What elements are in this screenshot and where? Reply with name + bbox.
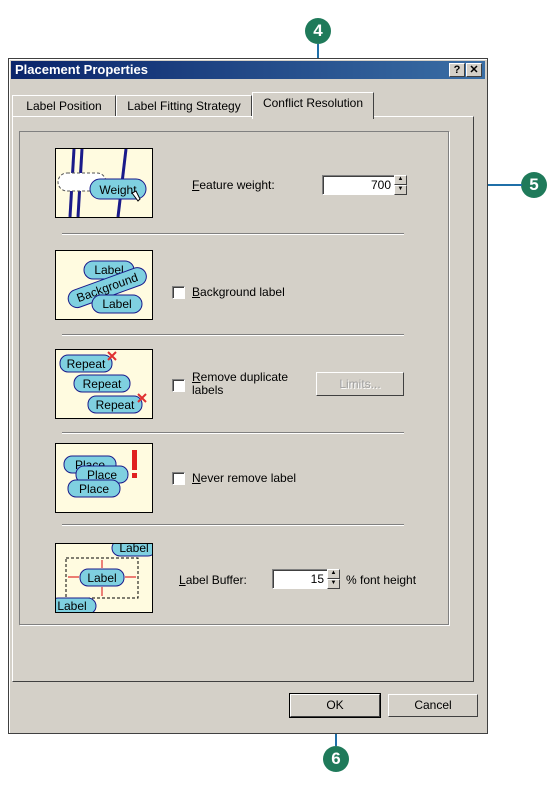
- background-label-label: Background label: [192, 285, 285, 299]
- svg-text:Repeat: Repeat: [96, 398, 135, 412]
- limits-button[interactable]: Limits...: [316, 372, 404, 396]
- background-label-thumbnail: Label Background Label: [55, 250, 153, 320]
- label-buffer-illustration: Label Label Label: [56, 544, 152, 612]
- help-button[interactable]: ?: [449, 63, 465, 77]
- svg-text:Label: Label: [57, 599, 86, 612]
- callout-4: 4: [305, 18, 331, 44]
- never-remove-illustration: Place Place Place: [63, 450, 137, 498]
- remove-duplicate-label: Remove duplicate labels: [192, 370, 289, 397]
- feature-weight-illustration: Weight: [57, 149, 147, 217]
- spin-up-icon[interactable]: ▲: [327, 569, 340, 579]
- feature-weight-spinner[interactable]: ▲ ▼: [394, 175, 407, 195]
- close-button[interactable]: ✕: [466, 63, 482, 77]
- background-label-illustration: Label Background Label: [67, 260, 147, 314]
- background-label-checkbox[interactable]: [172, 286, 185, 299]
- cancel-button[interactable]: Cancel: [388, 694, 478, 717]
- svg-text:Repeat: Repeat: [83, 377, 122, 391]
- label-buffer-thumbnail: Label Label Label: [55, 543, 153, 613]
- svg-text:Label: Label: [119, 544, 148, 555]
- separator: [62, 432, 404, 434]
- label-buffer-units: % font height: [346, 573, 417, 587]
- separator: [62, 524, 404, 526]
- spin-down-icon[interactable]: ▼: [327, 579, 340, 589]
- ok-button[interactable]: OK: [289, 693, 381, 718]
- title-bar: Placement Properties ? ✕: [11, 61, 485, 79]
- label-buffer-label: Label Buffer:: [179, 573, 247, 587]
- svg-text:Label: Label: [102, 297, 131, 311]
- svg-text:Repeat: Repeat: [67, 357, 106, 371]
- spin-down-icon[interactable]: ▼: [394, 185, 407, 195]
- never-remove-thumbnail: Place Place Place: [55, 443, 153, 513]
- remove-duplicate-thumbnail: Repeat Repeat Repeat: [55, 349, 153, 419]
- feature-weight-thumbnail: Weight: [55, 148, 153, 218]
- svg-text:Label: Label: [87, 571, 116, 585]
- tab-conflict-resolution[interactable]: Conflict Resolution: [252, 92, 374, 119]
- tab-label: Label Position: [26, 99, 102, 113]
- separator: [62, 233, 404, 235]
- callout-6: 6: [323, 746, 349, 772]
- tab-label: Conflict Resolution: [262, 96, 364, 110]
- tab-label: Label Fitting Strategy: [127, 99, 241, 113]
- callout-5: 5: [521, 172, 547, 198]
- remove-duplicate-checkbox[interactable]: [172, 379, 185, 392]
- spin-up-icon[interactable]: ▲: [394, 175, 407, 185]
- never-remove-checkbox[interactable]: [172, 472, 185, 485]
- label-buffer-input[interactable]: 15: [272, 569, 328, 589]
- remove-duplicate-illustration: Repeat Repeat Repeat: [59, 351, 147, 414]
- tab-label-position[interactable]: Label Position: [12, 95, 116, 117]
- svg-text:Place: Place: [79, 482, 109, 496]
- thumb-weight-text: Weight: [99, 183, 137, 197]
- window-title: Placement Properties: [15, 62, 148, 77]
- feature-weight-input[interactable]: 700: [322, 175, 395, 195]
- tab-label-fitting-strategy[interactable]: Label Fitting Strategy: [116, 95, 252, 117]
- never-remove-label: Never remove label: [192, 471, 297, 485]
- separator: [62, 334, 404, 336]
- feature-weight-label: Feature weight:: [192, 178, 275, 192]
- label-buffer-spinner[interactable]: ▲ ▼: [327, 569, 340, 589]
